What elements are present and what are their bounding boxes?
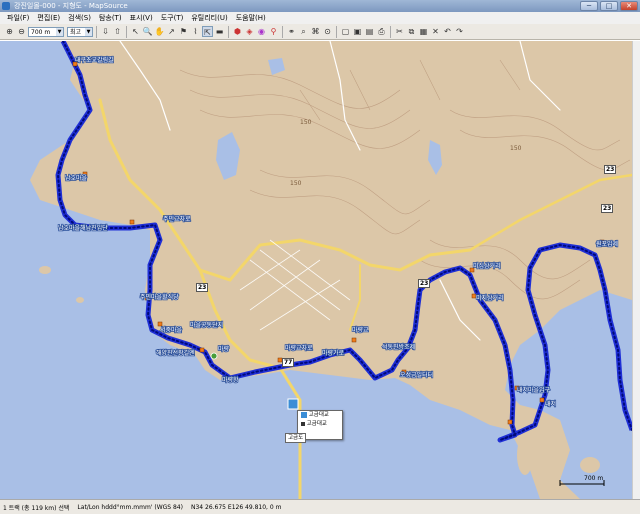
find-icon[interactable]: ⚭ <box>286 26 297 37</box>
receive-icon[interactable]: ⇩ <box>100 26 111 37</box>
place-label[interactable]: 내저마을입구 <box>516 385 551 395</box>
window-title: 강진일몰-000 - 지형도 - MapSource <box>14 2 128 10</box>
town-marker-icon[interactable] <box>210 352 218 360</box>
scale-label: 700 m <box>584 475 603 482</box>
map-link-icon[interactable]: ⚲ <box>268 26 279 37</box>
menu-utilities[interactable]: 유틸리티(U) <box>188 12 230 24</box>
bridge-icon <box>301 411 307 418</box>
menu-tools[interactable]: 도구(T) <box>158 12 187 24</box>
road-badge: 23 <box>196 283 209 292</box>
menu-transfer[interactable]: 탐송(T) <box>96 12 125 24</box>
place-label[interactable]: 오성금일터터 <box>399 370 434 380</box>
maximize-button[interactable]: □ <box>600 1 618 11</box>
minimize-button[interactable]: ─ <box>580 1 598 11</box>
place-label[interactable]: 마을공동단지 <box>189 320 224 330</box>
road-badge: 77 <box>282 358 295 367</box>
place-label[interactable]: 원포입제 <box>595 239 619 249</box>
place-label[interactable]: 석동진방조제 <box>381 342 416 352</box>
place-label[interactable]: 해양진선장길엔 <box>155 348 196 358</box>
status-format: Lat/Lon hddd°mm.mmm' (WGS 84) <box>77 503 183 511</box>
menu-help[interactable]: 도움말(H) <box>233 12 269 24</box>
road-badge: 23 <box>601 204 614 213</box>
place-label[interactable]: 서중마을 <box>159 325 183 335</box>
chevron-down-icon: ▼ <box>56 27 63 36</box>
place-label[interactable]: 마량가로 <box>321 348 345 358</box>
detail-select-value: 최고 <box>70 28 82 36</box>
map-tooltip: 고금도 <box>285 433 307 443</box>
road-badge: 23 <box>604 165 617 174</box>
place-label[interactable]: 미심삼거리 <box>472 261 501 271</box>
place-label[interactable]: 마량교차로 <box>284 343 314 353</box>
find-places-icon[interactable]: ⌕ <box>298 26 309 37</box>
status-coords: N34 26.675 E126 49.810, 0 m <box>190 503 282 511</box>
close-button[interactable]: ✕ <box>620 1 638 11</box>
undo-icon[interactable]: ↶ <box>442 26 453 37</box>
bridge-icon[interactable] <box>287 398 299 410</box>
redo-icon[interactable]: ↷ <box>454 26 465 37</box>
status-bar: 1 트랙 (총 119 km) 선택 Lat/Lon hddd°mm.mmm' … <box>0 499 640 514</box>
waypoint-icon[interactable]: ⚑ <box>178 26 189 37</box>
track-icon[interactable]: ⌇ <box>190 26 201 37</box>
place-label[interactable]: 대구초교갈림길 <box>74 55 114 65</box>
menu-file[interactable]: 파일(F) <box>4 12 32 24</box>
menu-edit[interactable]: 편집(E) <box>34 12 63 24</box>
cut-icon[interactable]: ✂ <box>394 26 405 37</box>
print-icon[interactable]: ⎙ <box>376 26 387 37</box>
vertical-scrollbar[interactable] <box>632 41 640 499</box>
copy-icon[interactable]: ⧉ <box>406 26 417 37</box>
select-icon[interactable]: ↖ <box>130 26 141 37</box>
map-region-icon[interactable]: ⬢ <box>232 26 243 37</box>
place-label[interactable]: 마량교 <box>351 325 370 335</box>
delete-icon[interactable]: ✕ <box>430 26 441 37</box>
menu-view[interactable]: 표시(V) <box>127 12 156 24</box>
zoom-out-icon[interactable]: ⊖ <box>16 26 27 37</box>
zoom-select-value: 700 m <box>31 28 51 36</box>
zoom-in-icon[interactable]: ⊕ <box>4 26 15 37</box>
place-label[interactable]: 마량 <box>217 344 230 354</box>
map-remove-icon[interactable]: ◉ <box>256 26 267 37</box>
new-icon[interactable]: ▢ <box>340 26 351 37</box>
send-icon[interactable]: ⇧ <box>112 26 123 37</box>
detail-select[interactable]: 최고 ▼ <box>67 26 93 37</box>
map-view[interactable]: 대구초교갈림길 남호마을 남호마을해남진입단 주민교차로 주민마을할식당 서중마… <box>0 41 632 499</box>
app-icon <box>2 2 10 10</box>
menu-search[interactable]: 검색(S) <box>65 12 94 24</box>
title-bar: 강진일몰-000 - 지형도 - MapSource ─ □ ✕ <box>0 0 640 12</box>
map-select-icon[interactable]: ◈ <box>244 26 255 37</box>
paste-icon[interactable]: ▦ <box>418 26 429 37</box>
find-address-icon[interactable]: ⌘ <box>310 26 321 37</box>
status-track: 1 트랙 (총 119 km) 선택 <box>3 504 70 512</box>
elevation-label: 150 <box>300 119 312 126</box>
place-label[interactable]: 남호마을 <box>64 173 88 183</box>
popup-item[interactable]: 고금대교 <box>298 420 342 429</box>
place-label[interactable]: 주민마을할식당 <box>139 292 180 302</box>
mapsource-window: 강진일몰-000 - 지형도 - MapSource ─ □ ✕ 파일(F) 편… <box>0 0 640 514</box>
place-label[interactable]: 주민교차로 <box>162 214 192 224</box>
toolbar: ⊕ ⊖ 700 m ▼ 최고 ▼ ⇩ ⇧ ↖ 🔍 ✋ ↗ ⚑ ⌇ ⇱ ▬ ⬢ ◈… <box>0 24 640 40</box>
zoom-select[interactable]: 700 m ▼ <box>28 26 64 37</box>
place-label[interactable]: 남호마을해남진입단 <box>57 223 109 233</box>
place-label[interactable]: 미지삼거리 <box>475 293 504 303</box>
zoom-tool-icon[interactable]: 🔍 <box>142 26 153 37</box>
point-icon <box>301 421 305 426</box>
hand-icon[interactable]: ✋ <box>154 26 165 37</box>
open-icon[interactable]: ▣ <box>352 26 363 37</box>
ruler-icon[interactable]: ▬ <box>214 26 225 37</box>
place-label[interactable]: 내저 <box>544 399 557 409</box>
menu-bar: 파일(F) 편집(E) 검색(S) 탐송(T) 표시(V) 도구(T) 유틸리티… <box>0 12 640 24</box>
find-near-icon[interactable]: ⊙ <box>322 26 333 37</box>
pointer-icon[interactable]: ⇱ <box>202 26 213 37</box>
elevation-label: 150 <box>510 145 522 152</box>
save-icon[interactable]: ▤ <box>364 26 375 37</box>
popup-item[interactable]: 고금대교 <box>298 411 342 420</box>
elevation-label: 150 <box>290 180 302 187</box>
road-badge: 23 <box>418 279 431 288</box>
place-label[interactable]: 마량항 <box>221 375 240 385</box>
route-icon[interactable]: ↗ <box>166 26 177 37</box>
chevron-down-icon: ▼ <box>85 27 92 36</box>
